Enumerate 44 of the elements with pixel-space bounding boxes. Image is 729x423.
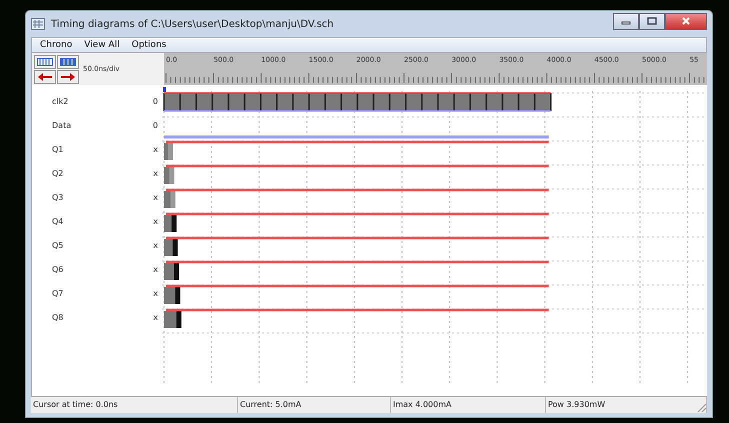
window-title: Timing diagrams of C:\Users\user\Desktop\manju\DV.sch <box>51 18 334 30</box>
maximize-icon <box>647 17 657 25</box>
scroll-left-button[interactable] <box>34 70 56 84</box>
signal-name: Q8 <box>52 312 64 322</box>
signal-name: Q2 <box>52 168 64 178</box>
signal-name: clk2 <box>52 96 68 106</box>
bars-icon <box>37 58 53 66</box>
scroll-right-button[interactable] <box>57 70 79 84</box>
signal-value: x <box>153 288 158 298</box>
signal-value: x <box>153 144 158 154</box>
signal-name: Q5 <box>52 240 64 250</box>
signal-name: Q3 <box>52 192 64 202</box>
resize-grip-icon[interactable] <box>695 401 707 413</box>
right-arrow-icon <box>60 72 76 80</box>
bars-icon <box>60 58 76 66</box>
signal-name: Q6 <box>52 264 64 274</box>
zoom-out-button[interactable] <box>57 54 79 68</box>
cursor-marker <box>163 87 166 92</box>
status-field: Imax 4.000mA <box>391 397 546 413</box>
app-icon <box>31 18 45 30</box>
signal-value: x <box>153 216 158 226</box>
signal-value: x <box>153 240 158 250</box>
status-field: Cursor at time: 0.0ns <box>31 397 238 413</box>
signal-name: Q7 <box>52 288 64 298</box>
signal-value: x <box>153 192 158 202</box>
close-icon <box>681 17 691 25</box>
status-field: Pow 3.930mW <box>546 397 707 413</box>
menu-item[interactable]: Options <box>132 40 166 50</box>
signal-value: x <box>153 168 158 178</box>
maximize-button[interactable] <box>639 12 665 30</box>
menu-item[interactable]: Chrono <box>40 40 72 50</box>
signal-value: x <box>153 312 158 322</box>
signal-value: 0 <box>152 96 158 106</box>
left-arrow-icon <box>37 72 53 80</box>
signal-name: Q1 <box>52 144 64 154</box>
menu-item[interactable]: View All <box>84 40 120 50</box>
close-button[interactable] <box>665 12 707 30</box>
minimize-button[interactable] <box>613 12 639 30</box>
zoom-in-button[interactable] <box>34 54 56 68</box>
signal-value: x <box>153 264 158 274</box>
signal-name: Q4 <box>52 216 64 226</box>
status-field: Current: 5.0mA <box>238 397 391 413</box>
signal-name: Data <box>52 120 72 130</box>
signal-value: 0 <box>152 120 158 130</box>
